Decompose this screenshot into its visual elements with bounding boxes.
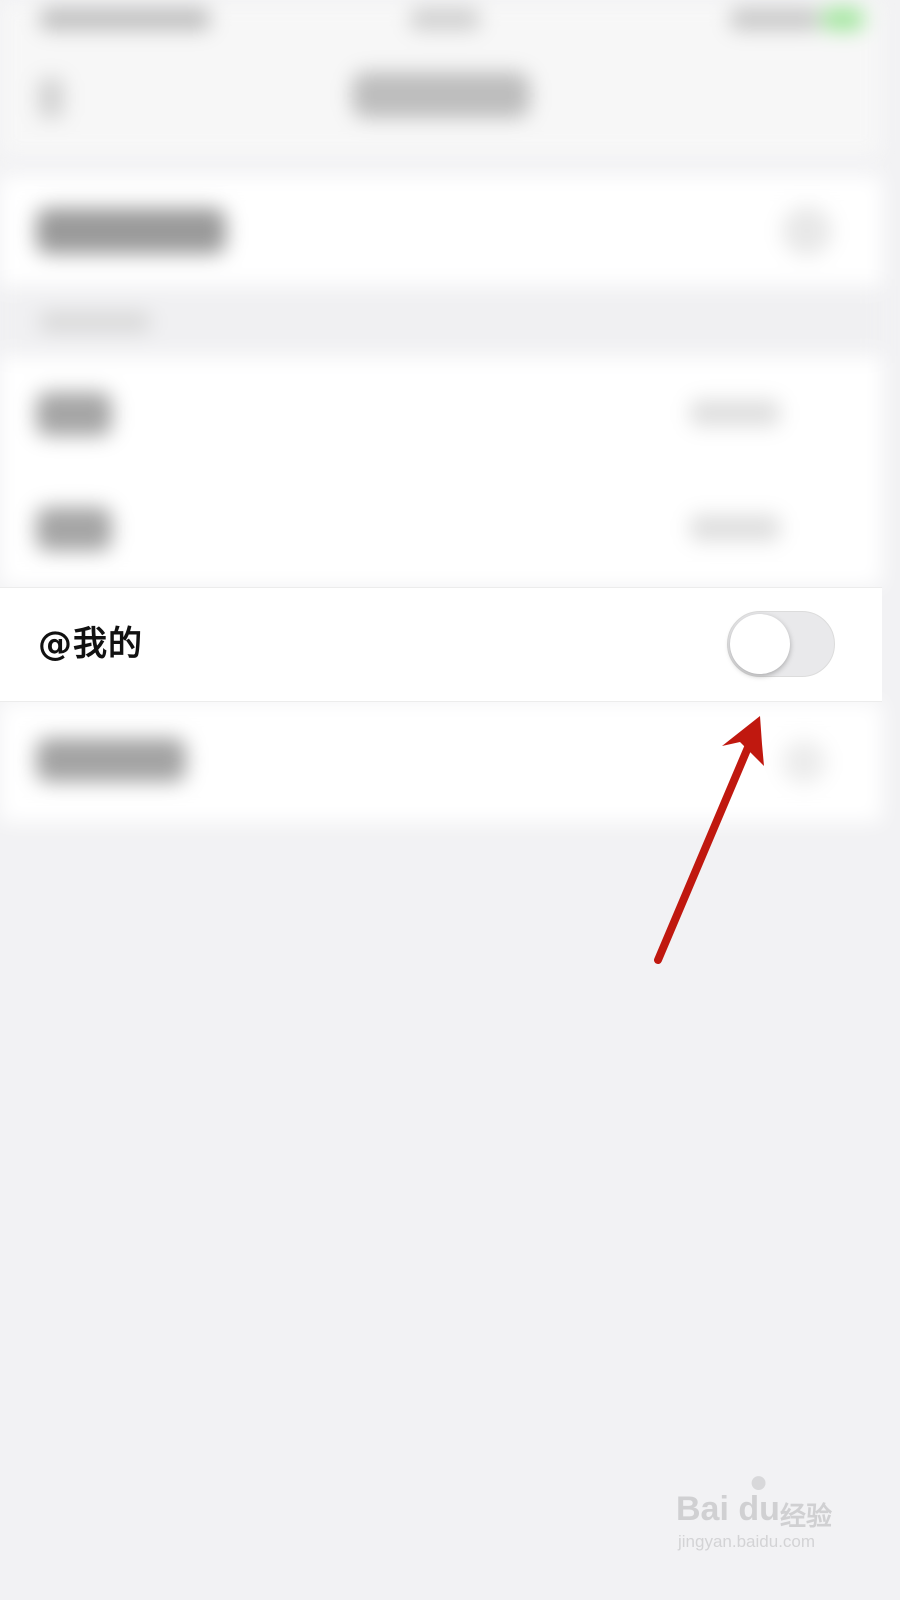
- watermark: ⚫ Bai du 经验 jingyan.baidu.com: [672, 1470, 842, 1552]
- settings-row-blurred[interactable]: [0, 176, 882, 286]
- settings-row-blurred[interactable]: [0, 702, 882, 822]
- status-carrier-blurred: [40, 8, 210, 30]
- status-bar: [0, 0, 882, 44]
- blurred-background: [0, 0, 882, 860]
- toggle-blurred[interactable]: [782, 206, 832, 256]
- toggle-blurred[interactable]: [782, 740, 826, 784]
- settings-row-label-blurred: [36, 738, 186, 782]
- watermark-product: 经验: [780, 1502, 833, 1532]
- settings-row-blurred[interactable]: [0, 471, 882, 586]
- nav-title-blurred: [352, 72, 530, 118]
- navigation-bar: [0, 44, 882, 156]
- toggle-switch[interactable]: [727, 611, 835, 677]
- toggle-knob: [730, 614, 790, 674]
- section-header-text-blurred: [40, 312, 150, 332]
- settings-row-at-me: @我的: [0, 587, 882, 702]
- settings-row-value-blurred: [690, 515, 780, 541]
- settings-row-value-blurred: [690, 400, 780, 426]
- status-time-blurred: [410, 8, 480, 30]
- settings-row-label-blurred: [36, 208, 226, 254]
- settings-row-label-blurred: [36, 392, 112, 436]
- settings-row-label-blurred: [36, 507, 112, 551]
- watermark-url: jingyan.baidu.com: [678, 1532, 816, 1551]
- settings-row-blurred[interactable]: [0, 356, 882, 471]
- watermark-brand: Bai du: [676, 1490, 780, 1528]
- back-icon[interactable]: [38, 78, 64, 118]
- battery-icon: [822, 8, 864, 30]
- status-indicators-blurred: [730, 8, 820, 30]
- settings-row-label: @我的: [38, 624, 143, 664]
- section-header: [0, 286, 882, 356]
- settings-group-blurred: [0, 356, 882, 586]
